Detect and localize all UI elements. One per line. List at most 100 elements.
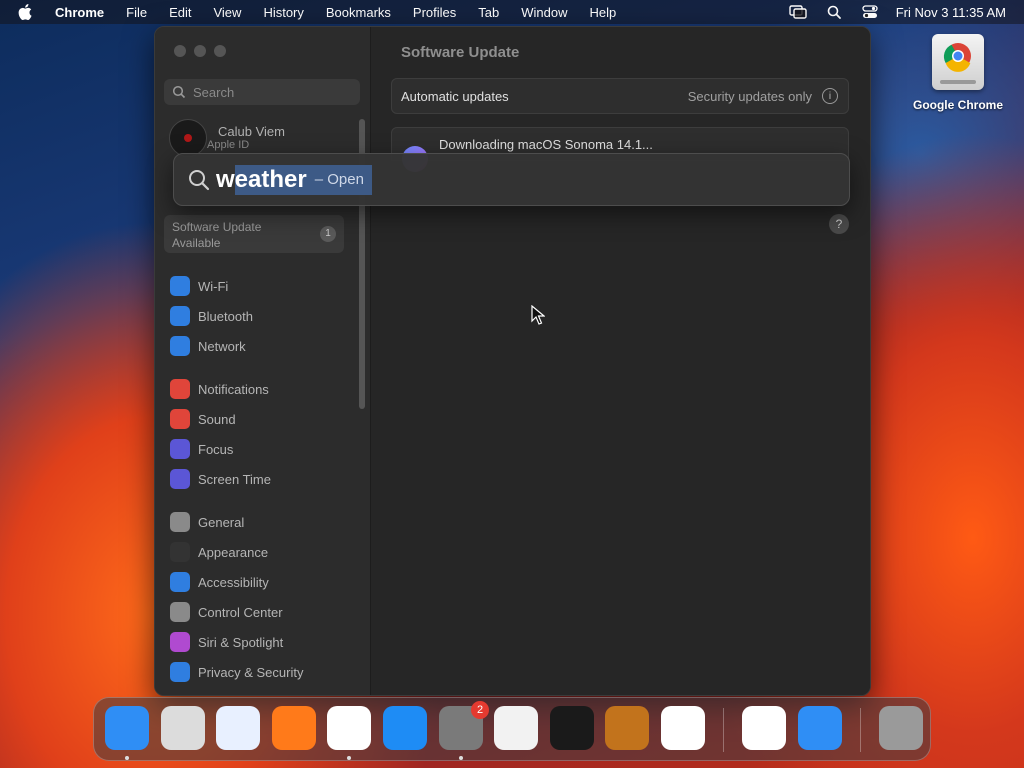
gear-icon (170, 512, 190, 532)
spotlight-open-hint: – Open (314, 171, 364, 188)
spotlight-search-icon[interactable] (824, 4, 844, 20)
sidebar-item-sound[interactable]: Sound (170, 404, 303, 434)
sidebar-item-privacy-security[interactable]: Privacy & Security (170, 657, 303, 687)
system-settings-window: Search Calub Viem Apple ID Software Upda… (154, 26, 871, 696)
desktop-icon-google-chrome[interactable]: Google Chrome (906, 34, 1010, 112)
sidebar-item-accessibility[interactable]: Accessibility (170, 567, 303, 597)
sidebar-item-network[interactable]: Network (170, 331, 303, 361)
sidebar-list: Wi-Fi Bluetooth Network Notifications Sound F… (170, 271, 303, 687)
menu-view[interactable]: View (202, 5, 252, 20)
sidebar-item-appearance[interactable]: Appearance (170, 537, 303, 567)
wifi-icon (170, 276, 190, 296)
appearance-icon (170, 542, 190, 562)
dock-visual-studio-icon[interactable] (742, 706, 786, 750)
search-icon (189, 169, 210, 190)
dock-firefox-icon[interactable] (272, 706, 316, 750)
software-update-available-item[interactable]: Software Update Available 1 (164, 215, 344, 253)
dock-safari-icon[interactable] (216, 706, 260, 750)
search-placeholder: Search (193, 84, 235, 100)
profile-subtitle: Apple ID (207, 139, 250, 151)
sidebar-item-screen-time[interactable]: Screen Time (170, 464, 303, 494)
sidebar-item-label: Control Center (198, 604, 283, 620)
dock-system-settings-icon[interactable]: 2 (439, 701, 489, 750)
automatic-updates-label: Automatic updates (401, 88, 509, 104)
automatic-updates-row[interactable]: Automatic updates Security updates only … (391, 78, 849, 114)
sidebar-item-label: Screen Time (198, 471, 271, 487)
sidebar-item-wi-fi[interactable]: Wi-Fi (170, 271, 303, 301)
dock-separator (723, 708, 724, 752)
profile-name: Calub Viem (218, 124, 285, 139)
desktop-icon-label: Google Chrome (912, 98, 1003, 112)
download-status-text: Downloading macOS Sonoma 14.1... (439, 137, 653, 152)
bluetooth-icon (170, 306, 190, 326)
sidebar-item-focus[interactable]: Focus (170, 434, 303, 464)
menu-tab[interactable]: Tab (467, 5, 510, 20)
menu-history[interactable]: History (252, 5, 314, 20)
dock-separator (860, 708, 861, 752)
help-button[interactable]: ? (829, 214, 849, 234)
running-indicator (459, 756, 463, 760)
running-indicator (347, 756, 351, 760)
menu-profiles[interactable]: Profiles (402, 5, 467, 20)
running-indicator (125, 756, 129, 760)
globe-icon (170, 336, 190, 356)
menubar-clock[interactable]: Fri Nov 3 11:35 AM (896, 5, 1006, 20)
dock-trash-icon[interactable] (879, 706, 923, 750)
menu-bar: Chrome File Edit View History Bookmarks … (0, 0, 1024, 24)
sidebar-search-field[interactable]: Search (164, 79, 360, 105)
info-icon[interactable]: i (822, 88, 838, 104)
page-title: Software Update (401, 44, 520, 61)
screen-mirroring-icon[interactable] (788, 4, 808, 20)
dock: 2 (93, 697, 931, 761)
dock-vscode-icon[interactable] (661, 706, 705, 750)
update-count-badge: 1 (320, 226, 336, 242)
avatar (169, 119, 207, 157)
dock-chrome-icon[interactable] (327, 706, 371, 750)
sidebar-item-label: Network (198, 338, 246, 354)
sidebar-item-label: Bluetooth (198, 308, 253, 324)
bell-icon (170, 379, 190, 399)
sidebar-item-notifications[interactable]: Notifications (170, 374, 303, 404)
siri-icon (170, 632, 190, 652)
update-available-label: Software Update Available (172, 220, 262, 250)
sidebar-item-label: Sound (198, 411, 236, 427)
menu-help[interactable]: Help (579, 5, 628, 20)
control-center-icon (170, 602, 190, 622)
dock-garageband-icon[interactable] (605, 706, 649, 750)
close-button[interactable] (174, 45, 186, 57)
search-icon (172, 85, 186, 99)
dock-finder-icon[interactable] (105, 706, 149, 750)
zoom-button[interactable] (214, 45, 226, 57)
apple-id-profile[interactable]: Calub Viem Apple ID (169, 119, 285, 157)
spotlight-query-typed: w (216, 165, 235, 193)
apple-menu-icon[interactable] (18, 4, 34, 20)
moon-icon (170, 439, 190, 459)
dock-launchpad-icon[interactable] (161, 706, 205, 750)
sidebar-item-siri-spotlight[interactable]: Siri & Spotlight (170, 627, 303, 657)
minimize-button[interactable] (194, 45, 206, 57)
dock-app-store-icon[interactable] (383, 706, 427, 750)
menu-app-name[interactable]: Chrome (44, 5, 115, 20)
control-center-icon[interactable] (860, 4, 880, 20)
menu-window[interactable]: Window (510, 5, 578, 20)
sidebar-item-label: Notifications (198, 381, 269, 397)
menu-bookmarks[interactable]: Bookmarks (315, 5, 402, 20)
sidebar-item-label: Siri & Spotlight (198, 634, 284, 650)
automatic-updates-value: Security updates only (687, 88, 812, 104)
sidebar-item-general[interactable]: General (170, 507, 303, 537)
dock-weather-icon[interactable] (798, 706, 842, 750)
dock-textedit-icon[interactable] (494, 706, 538, 750)
sidebar-item-bluetooth[interactable]: Bluetooth (170, 301, 303, 331)
sidebar-item-control-center[interactable]: Control Center (170, 597, 303, 627)
spotlight-query-completion: eather (234, 165, 307, 193)
sidebar-item-label: Appearance (198, 544, 269, 560)
notification-badge: 2 (471, 701, 489, 719)
sidebar-item-label: Privacy & Security (198, 664, 304, 680)
mouse-pointer-icon (531, 305, 545, 325)
menu-file[interactable]: File (115, 5, 158, 20)
settings-main-pane: Software Update Automatic updates Securi… (371, 27, 870, 695)
settings-sidebar: Search Calub Viem Apple ID Software Upda… (155, 27, 371, 695)
spotlight-search-bar[interactable]: w eather – Open (173, 153, 850, 206)
menu-edit[interactable]: Edit (158, 5, 202, 20)
dock-terminal-icon[interactable] (550, 706, 594, 750)
